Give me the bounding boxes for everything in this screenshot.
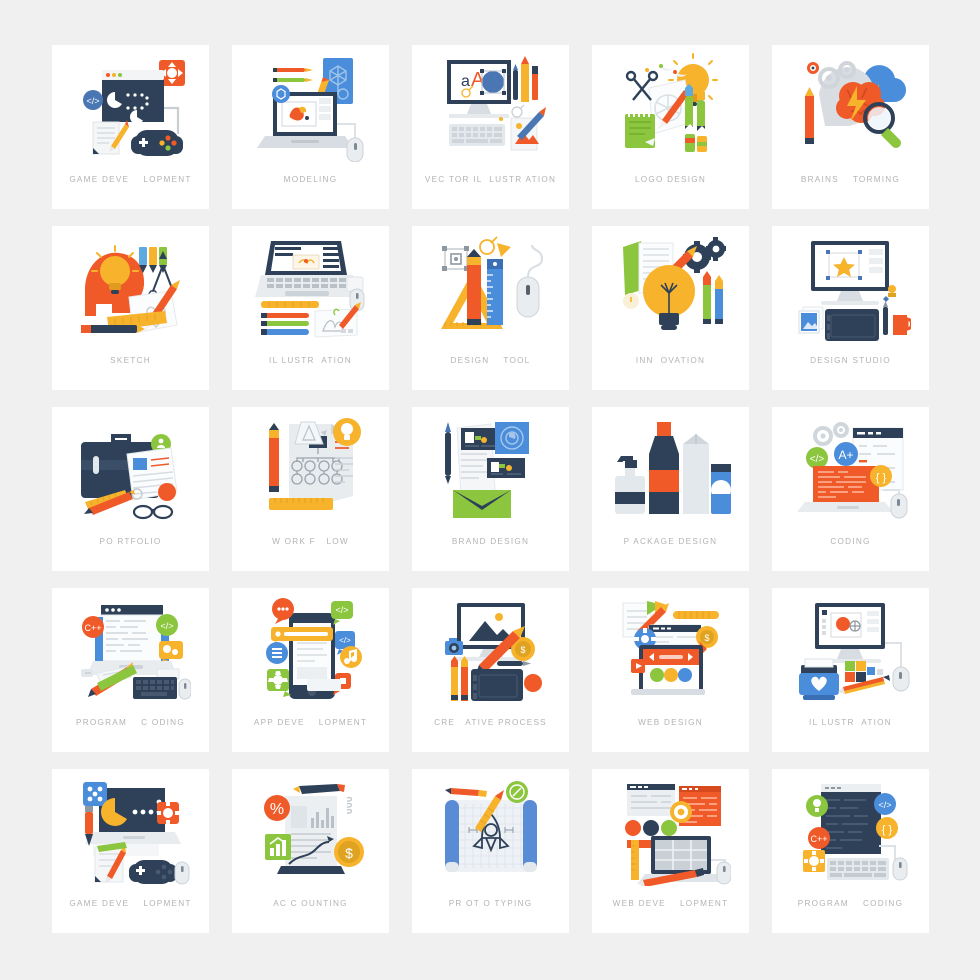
svg-text:$: $: [345, 845, 353, 861]
card-label: AC C OUNTING: [273, 899, 348, 908]
card-label: GAME DEVE LOPMENT: [69, 899, 192, 908]
card-label: W ORK F LOW: [272, 537, 349, 546]
innovation-icon: [592, 226, 749, 350]
svg-text:</>: </>: [339, 636, 351, 645]
creative-process-icon: $: [412, 588, 569, 712]
card-label: PROGRAM C ODING: [76, 718, 185, 727]
web-design-icon: $: [592, 588, 749, 712]
svg-text:$: $: [520, 645, 525, 655]
prototyping-icon: [412, 769, 569, 893]
game-development-icon: </>: [52, 45, 209, 169]
modeling-icon: [232, 45, 389, 169]
svg-text:$: $: [704, 633, 709, 643]
brand-design-icon: [412, 407, 569, 531]
brainstorming-icon: [772, 45, 929, 169]
card-illustration-2[interactable]: IL LUSTR ATION: [772, 588, 929, 752]
card-brand-design[interactable]: BRAND DESIGN: [412, 407, 569, 571]
svg-text:{ }: { }: [881, 824, 892, 836]
svg-text:C++: C++: [84, 623, 101, 633]
card-vector-illustration[interactable]: a A VEC TOR IL LUSTR ATION: [412, 45, 569, 209]
card-label: IL LUSTR ATION: [809, 718, 892, 727]
card-brainstorming[interactable]: BRAINS TORMING: [772, 45, 929, 209]
app-development-icon: </> </>: [232, 588, 389, 712]
card-label: APP DEVE LOPMENT: [253, 718, 368, 727]
svg-text:A+: A+: [838, 448, 853, 462]
card-label: WEB DESIGN: [638, 718, 703, 727]
workflow-icon: [232, 407, 389, 531]
card-label: DESIGN STUDIO: [810, 356, 891, 365]
card-creative-process[interactable]: $ CRE ATIVE PROCESS: [412, 588, 569, 752]
svg-text:</>: </>: [878, 800, 891, 810]
card-label: GAME DEVE LOPMENT: [69, 175, 192, 184]
illustration-printer-icon: [772, 588, 929, 712]
coding-icon: </> A+ { }: [772, 407, 929, 531]
portfolio-icon: [52, 407, 209, 531]
card-label: PROGRAM CODING: [797, 899, 904, 908]
game-development-2-icon: [52, 769, 209, 893]
card-game-development-1[interactable]: </> GAME DEVE LOPMENT: [52, 45, 209, 209]
program-coding-2-icon: </> { } C++: [772, 769, 929, 893]
card-label: LOGO DESIGN: [634, 175, 707, 184]
icon-card-grid: </> GAME DEVE LOPMENT MODELING a A VEC T…: [52, 45, 929, 935]
svg-text:{ }: { }: [875, 472, 886, 484]
vector-illustration-icon: a A: [412, 45, 569, 169]
accounting-icon: % $: [232, 769, 389, 893]
card-web-design[interactable]: $ WEB DESIGN: [592, 588, 749, 752]
svg-text:a: a: [461, 73, 470, 90]
card-label: DESIGN TOOL: [450, 356, 531, 365]
svg-text:</>: </>: [809, 454, 824, 465]
card-program-coding-1[interactable]: C++ </> PROGRAM C ODING: [52, 588, 209, 752]
card-label: BRAND DESIGN: [451, 537, 530, 546]
program-coding-icon: C++ </>: [52, 588, 209, 712]
package-design-icon: [592, 407, 749, 531]
svg-text:%: %: [269, 801, 283, 818]
card-sketch[interactable]: SKETCH: [52, 226, 209, 390]
design-studio-icon: [772, 226, 929, 350]
card-design-tool[interactable]: DESIGN TOOL: [412, 226, 569, 390]
card-coding[interactable]: </> A+ { } CODING: [772, 407, 929, 571]
card-label: P ACKAGE DESIGN: [623, 537, 718, 546]
card-label: IL LUSTR ATION: [269, 356, 352, 365]
card-label: CODING: [830, 537, 871, 546]
card-label: CRE ATIVE PROCESS: [434, 718, 547, 727]
card-portfolio[interactable]: PO RTFOLIO: [52, 407, 209, 571]
card-package-design[interactable]: P ACKAGE DESIGN: [592, 407, 749, 571]
card-program-coding-2[interactable]: </> { } C++ PROGRAM CODING: [772, 769, 929, 933]
card-design-studio[interactable]: DESIGN STUDIO: [772, 226, 929, 390]
design-tool-icon: [412, 226, 569, 350]
card-label: SKETCH: [110, 356, 151, 365]
sketch-icon: [52, 226, 209, 350]
svg-text:</>: </>: [86, 96, 99, 106]
card-workflow[interactable]: W ORK F LOW: [232, 407, 389, 571]
card-app-development[interactable]: </> </> APP DEVE LOPMENT: [232, 588, 389, 752]
card-illustration-1[interactable]: IL LUSTR ATION: [232, 226, 389, 390]
card-label: VEC TOR IL LUSTR ATION: [424, 175, 557, 184]
card-logo-design[interactable]: LOGO DESIGN: [592, 45, 749, 209]
card-web-development[interactable]: WEB DEVE LOPMENT: [592, 769, 749, 933]
illustration-laptop-icon: [232, 226, 389, 350]
card-prototyping[interactable]: PR OT O TYPING: [412, 769, 569, 933]
logo-design-icon: [592, 45, 749, 169]
card-modeling[interactable]: MODELING: [232, 45, 389, 209]
svg-text:</>: </>: [160, 621, 173, 631]
card-accounting[interactable]: % $ AC C OUNTING: [232, 769, 389, 933]
web-development-icon: [592, 769, 749, 893]
card-label: WEB DEVE LOPMENT: [612, 899, 729, 908]
card-label: MODELING: [283, 175, 338, 184]
svg-text:</>: </>: [335, 605, 348, 615]
svg-text:C++: C++: [810, 834, 827, 844]
card-label: PO RTFOLIO: [99, 537, 162, 546]
card-game-development-2[interactable]: GAME DEVE LOPMENT: [52, 769, 209, 933]
card-label: PR OT O TYPING: [448, 899, 533, 908]
card-innovation[interactable]: INN OVATION: [592, 226, 749, 390]
card-label: BRAINS TORMING: [800, 175, 901, 184]
card-label: INN OVATION: [635, 356, 706, 365]
